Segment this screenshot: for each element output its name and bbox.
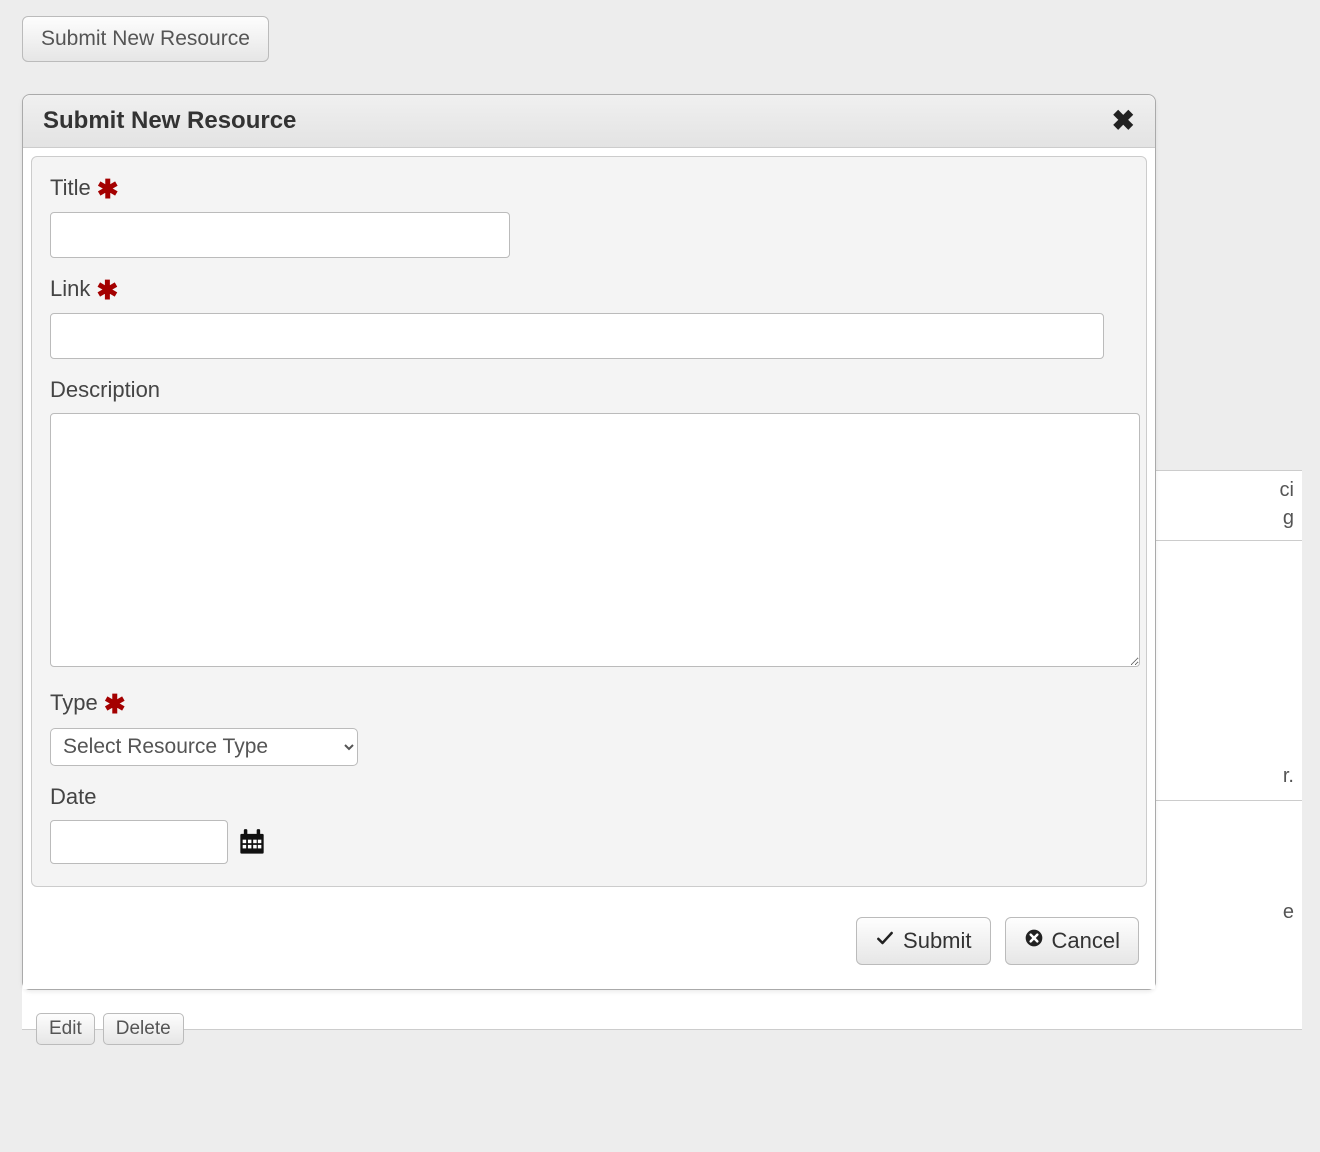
delete-button[interactable]: Delete (103, 1013, 184, 1045)
dialog-header: Submit New Resource ✖ (23, 95, 1155, 148)
link-input[interactable] (50, 313, 1104, 359)
dialog-body: Title ✱ Link ✱ Description (23, 148, 1155, 905)
bg-snippet: g (1283, 507, 1294, 530)
type-select[interactable]: Select Resource Type (50, 728, 358, 766)
background-row-actions: Edit Delete (36, 1013, 184, 1045)
date-label-text: Date (50, 784, 96, 809)
title-label-text: Title (50, 175, 91, 200)
date-label: Date (50, 784, 1128, 810)
description-textarea[interactable] (50, 413, 1140, 667)
type-label: Type ✱ (50, 690, 1128, 717)
description-label-text: Description (50, 377, 160, 402)
dialog-title: Submit New Resource (43, 107, 296, 135)
description-label: Description (50, 377, 1128, 403)
required-asterisk-icon: ✱ (104, 690, 126, 720)
dialog-footer: Submit Cancel (23, 905, 1155, 989)
date-input[interactable] (50, 820, 228, 864)
title-label: Title ✱ (50, 175, 1128, 202)
required-asterisk-icon: ✱ (97, 174, 119, 204)
submit-resource-dialog: Submit New Resource ✖ Title ✱ Link ✱ (22, 94, 1156, 990)
required-asterisk-icon: ✱ (96, 275, 118, 305)
calendar-icon[interactable] (238, 828, 266, 856)
bg-snippet: r. (1283, 765, 1294, 788)
submit-button-label: Submit (903, 928, 971, 954)
close-icon[interactable]: ✖ (1112, 107, 1135, 135)
submit-button[interactable]: Submit (856, 917, 990, 965)
title-input[interactable] (50, 212, 510, 258)
link-label-text: Link (50, 276, 90, 301)
submit-new-resource-button[interactable]: Submit New Resource (22, 16, 269, 62)
link-field-group: Link ✱ (50, 276, 1128, 359)
type-label-text: Type (50, 690, 98, 715)
description-field-group: Description (50, 377, 1128, 672)
type-field-group: Type ✱ Select Resource Type (50, 690, 1128, 765)
cancel-icon (1024, 928, 1044, 954)
edit-button[interactable]: Edit (36, 1013, 95, 1045)
date-field-group: Date (50, 784, 1128, 864)
cancel-button[interactable]: Cancel (1005, 917, 1139, 965)
link-label: Link ✱ (50, 276, 1128, 303)
bg-snippet: ci (1280, 479, 1294, 502)
bg-snippet: e (1283, 901, 1294, 924)
check-icon (875, 928, 895, 954)
title-field-group: Title ✱ (50, 175, 1128, 258)
cancel-button-label: Cancel (1052, 928, 1120, 954)
form-panel: Title ✱ Link ✱ Description (31, 156, 1147, 887)
